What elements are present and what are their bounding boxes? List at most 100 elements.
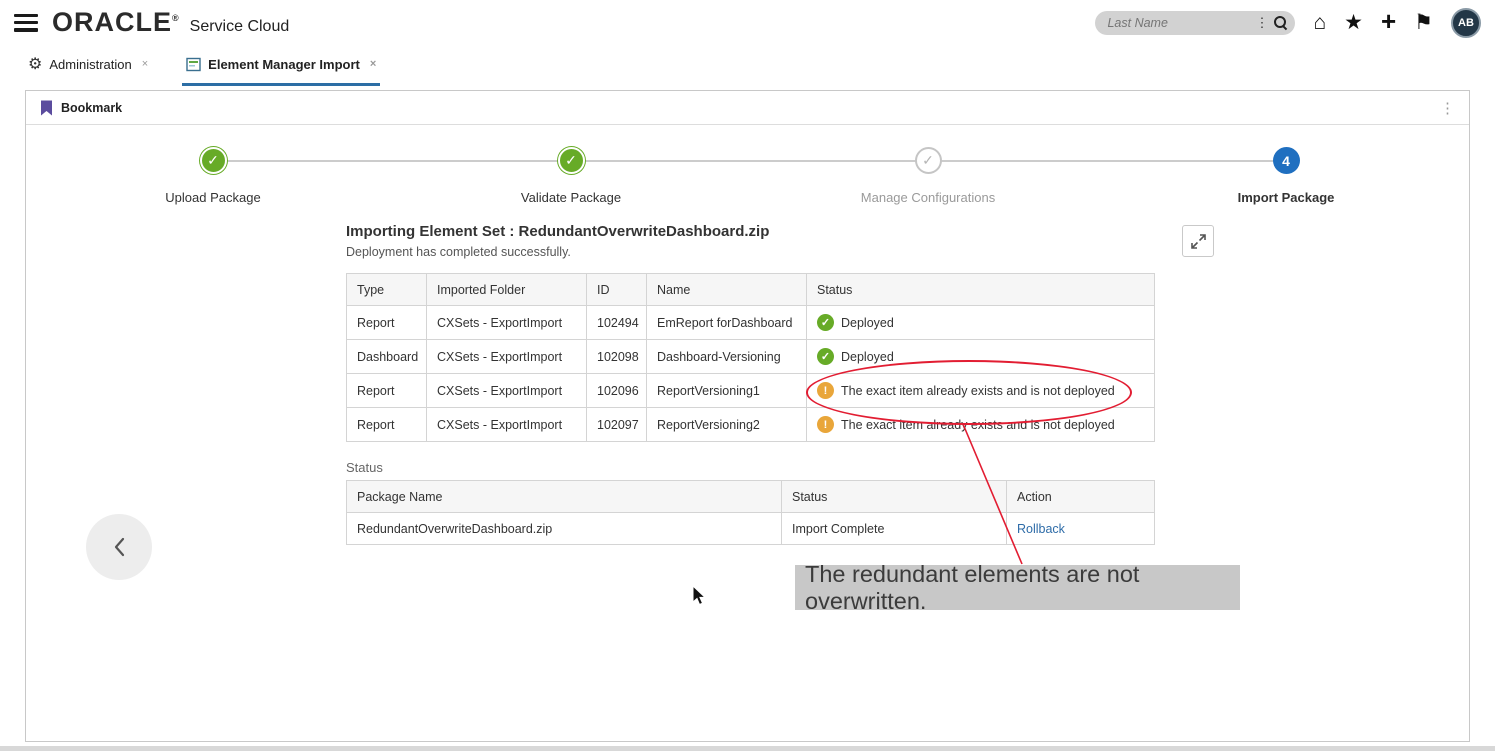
- gear-icon: ⚙: [28, 56, 43, 73]
- import-result-section: Importing Element Set : RedundantOverwri…: [346, 223, 1214, 545]
- bookmark-bar: Bookmark ⋮: [26, 91, 1469, 125]
- main-panel: Bookmark ⋮ ✓ Upload Package ✓ Validate P…: [25, 90, 1470, 742]
- search-box[interactable]: ⋮: [1095, 10, 1296, 35]
- tab-element-manager-import[interactable]: Element Manager Import ×: [182, 52, 381, 86]
- col-header-imported-folder: Imported Folder: [426, 273, 587, 306]
- cell-name: ReportVersioning1: [646, 373, 807, 408]
- cell-folder: CXSets - ExportImport: [426, 305, 587, 340]
- cell-id: 102494: [586, 305, 647, 340]
- section-subtitle: Deployment has completed successfully.: [346, 245, 571, 259]
- status-text: The exact item already exists and is not…: [841, 383, 1115, 398]
- step-upload-package: ✓ Upload Package: [103, 147, 323, 205]
- step-label: Manage Configurations: [860, 190, 996, 205]
- section-title: Importing Element Set : RedundantOverwri…: [346, 223, 770, 240]
- cell-status: Import Complete: [781, 512, 1007, 545]
- tab-bar: ⚙ Administration × Element Manager Impor…: [24, 52, 381, 86]
- close-icon[interactable]: ×: [370, 58, 376, 70]
- table-row: RedundantOverwriteDashboard.zip Import C…: [346, 512, 1155, 545]
- cell-name: Dashboard-Versioning: [646, 339, 807, 374]
- expand-button[interactable]: [1182, 225, 1214, 257]
- step-complete-check-icon[interactable]: ✓: [557, 147, 585, 174]
- search-input[interactable]: [1107, 15, 1256, 30]
- cell-status: ! The exact item already exists and is no…: [806, 407, 1155, 442]
- col-header-action: Action: [1006, 480, 1155, 513]
- table-header-row: Package Name Status Action: [346, 480, 1155, 513]
- status-text: Deployed: [841, 349, 894, 364]
- bottom-scrollbar[interactable]: [0, 746, 1495, 751]
- step-incomplete-check-icon[interactable]: ✓: [914, 147, 942, 174]
- add-icon[interactable]: +: [1381, 8, 1396, 34]
- cell-folder: CXSets - ExportImport: [426, 407, 587, 442]
- close-icon[interactable]: ×: [142, 58, 148, 70]
- col-header-package-name: Package Name: [346, 480, 782, 513]
- search-options-icon[interactable]: ⋮: [1255, 15, 1268, 31]
- table-row: Report CXSets - ExportImport 102494 EmRe…: [346, 305, 1155, 340]
- expand-icon: [1190, 233, 1206, 249]
- flag-icon[interactable]: ⚑: [1414, 12, 1433, 33]
- cell-status: ! The exact item already exists and is no…: [806, 373, 1155, 408]
- imported-elements-table: Type Imported Folder ID Name Status Repo…: [346, 273, 1155, 442]
- rollback-link[interactable]: Rollback: [1017, 522, 1065, 536]
- table-row: Report CXSets - ExportImport 102096 Repo…: [346, 373, 1155, 408]
- top-header: ORACLE® Service Cloud ⋮ ⌂ ★ + ⚑ AB: [0, 0, 1495, 45]
- step-number-badge[interactable]: 4: [1272, 147, 1300, 174]
- table-header-row: Type Imported Folder ID Name Status: [346, 273, 1155, 306]
- favorites-star-icon[interactable]: ★: [1344, 12, 1363, 33]
- cell-type: Dashboard: [346, 339, 427, 374]
- home-icon[interactable]: ⌂: [1313, 12, 1326, 33]
- previous-step-button[interactable]: [86, 514, 152, 580]
- warning-icon: !: [817, 416, 834, 433]
- status-text: The exact item already exists and is not…: [841, 417, 1115, 432]
- bookmark-icon: [40, 100, 53, 116]
- status-section-label: Status: [346, 460, 383, 475]
- chevron-left-icon: [114, 537, 125, 557]
- annotation-callout: The redundant elements are not overwritt…: [795, 561, 1240, 614]
- cell-status: ✓ Deployed: [806, 305, 1155, 340]
- step-label: Import Package: [1237, 190, 1335, 205]
- step-label: Upload Package: [165, 190, 261, 205]
- bookmark-label: Bookmark: [61, 100, 123, 115]
- cell-type: Report: [346, 373, 427, 408]
- table-row: Report CXSets - ExportImport 102097 Repo…: [346, 407, 1155, 442]
- cell-id: 102098: [586, 339, 647, 374]
- cell-id: 102097: [586, 407, 647, 442]
- search-icon[interactable]: [1274, 16, 1287, 29]
- table-row: Dashboard CXSets - ExportImport 102098 D…: [346, 339, 1155, 374]
- cell-package-name: RedundantOverwriteDashboard.zip: [346, 512, 782, 545]
- cell-action: Rollback: [1006, 512, 1155, 545]
- success-icon: ✓: [817, 348, 834, 365]
- registered-mark: ®: [172, 13, 180, 23]
- success-icon: ✓: [817, 314, 834, 331]
- menu-icon[interactable]: [14, 13, 38, 32]
- cell-folder: CXSets - ExportImport: [426, 339, 587, 374]
- step-complete-check-icon[interactable]: ✓: [199, 147, 227, 174]
- cell-status: ✓ Deployed: [806, 339, 1155, 374]
- status-text: Deployed: [841, 315, 894, 330]
- col-header-name: Name: [646, 273, 807, 306]
- document-icon: [186, 57, 201, 72]
- col-header-status: Status: [781, 480, 1007, 513]
- step-label: Validate Package: [520, 190, 622, 205]
- col-header-id: ID: [586, 273, 647, 306]
- col-header-type: Type: [346, 273, 427, 306]
- user-avatar[interactable]: AB: [1451, 7, 1481, 38]
- tab-label: Element Manager Import: [208, 56, 360, 72]
- cell-id: 102096: [586, 373, 647, 408]
- cell-name: ReportVersioning2: [646, 407, 807, 442]
- stepper-connector-line: [213, 160, 1286, 162]
- product-name: Service Cloud: [189, 17, 290, 35]
- more-options-icon[interactable]: ⋮: [1440, 99, 1455, 117]
- col-header-status: Status: [806, 273, 1155, 306]
- step-import-package: 4 Import Package: [1176, 147, 1396, 205]
- package-status-table: Package Name Status Action RedundantOver…: [346, 480, 1155, 545]
- cell-type: Report: [346, 305, 427, 340]
- tab-label: Administration: [49, 56, 132, 72]
- cell-folder: CXSets - ExportImport: [426, 373, 587, 408]
- cell-type: Report: [346, 407, 427, 442]
- step-validate-package: ✓ Validate Package: [461, 147, 681, 205]
- tab-administration[interactable]: ⚙ Administration ×: [24, 52, 152, 86]
- warning-icon: !: [817, 382, 834, 399]
- oracle-logo: ORACLE®: [52, 7, 180, 37]
- cell-name: EmReport forDashboard: [646, 305, 807, 340]
- step-manage-configurations: ✓ Manage Configurations: [818, 147, 1038, 205]
